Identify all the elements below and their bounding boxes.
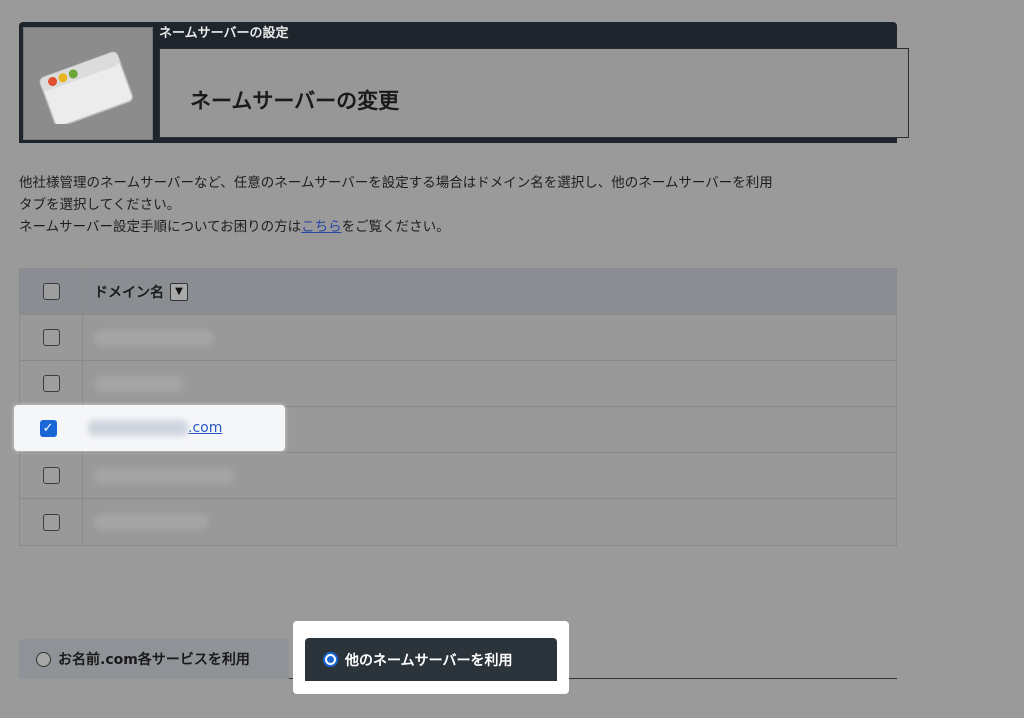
selected-domain-row: ✓ .com bbox=[14, 405, 285, 451]
radio-unselected-icon[interactable] bbox=[36, 651, 51, 667]
tab-onamae-services-label: お名前.com各サービスを利用 bbox=[58, 652, 250, 668]
section-title: ネームサーバーの設定 bbox=[159, 26, 289, 41]
page-title-area: ネームサーバーの変更 bbox=[159, 48, 909, 138]
selected-row-check-cell: ✓ bbox=[14, 419, 82, 437]
table-header-row: ドメイン名 ▼ bbox=[20, 269, 896, 315]
domain-name-cell bbox=[83, 361, 896, 406]
domain-checkbox[interactable] bbox=[42, 375, 60, 392]
redacted-domain[interactable] bbox=[94, 514, 209, 530]
radio-selected-icon[interactable] bbox=[323, 652, 338, 667]
redacted-domain[interactable] bbox=[94, 329, 214, 346]
description-text: 他社様管理のネームサーバーなど、任意のネームサーバーを設定する場合はドメイン名を… bbox=[19, 172, 899, 238]
redacted-domain bbox=[88, 420, 188, 436]
domain-checkbox[interactable] bbox=[42, 513, 60, 531]
description-help-text: ネームサーバー設定手順についてお困りの方は bbox=[19, 219, 302, 235]
domain-name-header-label: ドメイン名 bbox=[94, 284, 164, 301]
row-check-cell bbox=[20, 361, 83, 406]
description-help-suffix: をご覧ください。 bbox=[341, 219, 450, 235]
description-line-1: 他社様管理のネームサーバーなど、任意のネームサーバーを設定する場合はドメイン名を… bbox=[19, 175, 773, 191]
description-line-3: ネームサーバー設定手順についてお困りの方はこちらをご覧ください。 bbox=[19, 216, 899, 238]
table-row bbox=[20, 315, 896, 361]
sort-down-icon[interactable]: ▼ bbox=[170, 282, 188, 301]
domain-checkbox[interactable] bbox=[42, 467, 60, 484]
domain-name-cell bbox=[83, 315, 896, 360]
redacted-domain[interactable] bbox=[94, 467, 234, 484]
app-window-icon-box bbox=[23, 27, 153, 140]
table-row bbox=[20, 361, 896, 407]
checkmark-icon[interactable]: ✓ bbox=[39, 419, 57, 437]
domain-checkbox[interactable] bbox=[42, 329, 60, 346]
redacted-domain[interactable] bbox=[94, 375, 184, 392]
help-link[interactable]: こちら bbox=[301, 219, 342, 235]
tab-other-nameserver-label: 他のネームサーバーを利用 bbox=[345, 652, 513, 669]
browser-window-icon bbox=[39, 51, 134, 124]
table-row bbox=[20, 453, 896, 499]
select-all-cell bbox=[20, 269, 83, 314]
domain-name-cell bbox=[83, 499, 896, 545]
tab-onamae-services[interactable]: お名前.com各サービスを利用 bbox=[19, 639, 289, 679]
tab-other-nameserver[interactable]: 他のネームサーバーを利用 bbox=[305, 638, 557, 681]
page-title: ネームサーバーの変更 bbox=[190, 89, 400, 113]
selected-domain-link[interactable]: .com bbox=[188, 420, 222, 436]
domain-name-cell bbox=[83, 453, 896, 498]
select-all-checkbox[interactable] bbox=[42, 283, 60, 300]
row-check-cell bbox=[20, 453, 83, 498]
row-check-cell bbox=[20, 315, 83, 360]
domain-name-header: ドメイン名 ▼ bbox=[83, 269, 896, 314]
header-panel: ネームサーバーの設定 ネームサーバーの変更 bbox=[19, 22, 909, 143]
description-line-2: タブを選択してください。 bbox=[19, 197, 181, 213]
table-row bbox=[20, 499, 896, 545]
row-check-cell bbox=[20, 499, 83, 545]
